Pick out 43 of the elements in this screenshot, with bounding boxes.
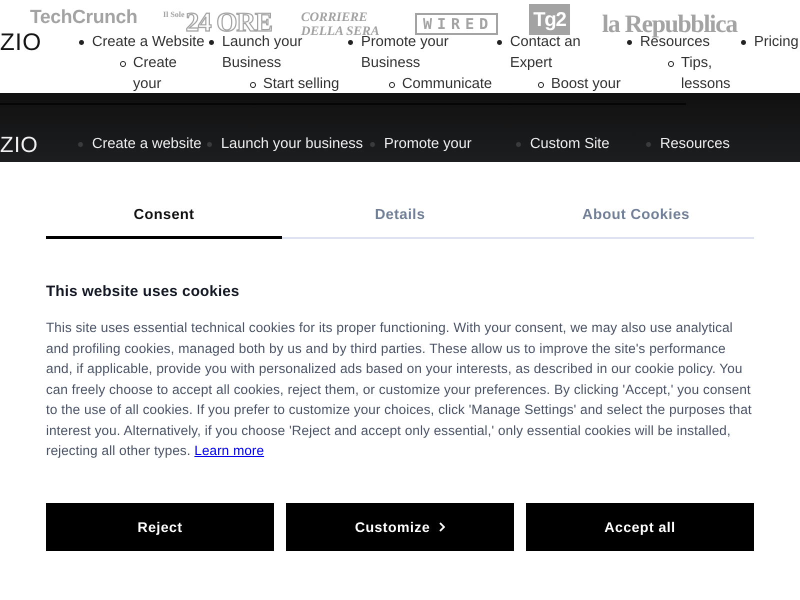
- dialog-title: This website uses cookies: [46, 283, 240, 301]
- bullet-icon: [209, 40, 214, 45]
- hollow-bullet-icon: [668, 61, 674, 67]
- customize-button[interactable]: Customize: [286, 502, 514, 550]
- bullet-icon: [497, 40, 502, 45]
- hollow-bullet-icon: [538, 82, 544, 88]
- bullet-icon: [741, 40, 746, 45]
- nav-link[interactable]: Promote your: [384, 134, 472, 156]
- cookie-notice-text: This site uses essential technical cookies for its proper functioning. With your consent, we may also use analytical and profiling cookies, managed both by us and by third parties. These allow us to improve the site's performance and, if applicable, provide you with personalized ads based on your interests, as described in our cookie policy. You can freely choose to accept all cookies, reject them, or customize your preferences. By clicking 'Accept,' you consent to the use of all cookies. If you prefer to customize your choices, click 'Manage Settings' and select the purposes that interest you. Alternatively, if you choose 'Reject and accept only essential,' only essential cookies will be installed, rejecting all other types. Learn more: [46, 319, 753, 460]
- hollow-bullet-icon: [389, 82, 395, 88]
- press-logo: Tg2: [529, 4, 570, 35]
- bullet-icon: [78, 142, 83, 148]
- bullet-icon: [370, 142, 375, 148]
- bullet-icon: [516, 142, 521, 148]
- chevron-right-icon: [439, 522, 446, 532]
- learn-more-link[interactable]: Learn more: [194, 443, 264, 458]
- submenu-link[interactable]: Communicate: [402, 74, 492, 95]
- press-logo: WIRED: [415, 12, 498, 34]
- tab[interactable]: About Cookies: [518, 206, 754, 239]
- submenu-link[interactable]: Create your: [133, 53, 208, 95]
- bullet-icon: [348, 40, 353, 45]
- accept-all-button[interactable]: Accept all: [526, 502, 754, 550]
- submenu-link[interactable]: Tips, lessons: [681, 53, 740, 95]
- press-logo-caption: Il Sole: [163, 10, 185, 18]
- nav-link[interactable]: Pricing: [754, 32, 799, 53]
- nav-link[interactable]: Resources: [660, 134, 730, 156]
- nav-link[interactable]: Create a website: [92, 134, 202, 156]
- press-logo: TechCrunch: [30, 7, 138, 28]
- site-logo[interactable]: ZIO: [0, 134, 38, 156]
- tab[interactable]: Consent: [46, 206, 282, 239]
- submenu-link[interactable]: Boost your: [551, 74, 621, 95]
- submenu-link[interactable]: Start selling: [263, 74, 340, 95]
- site-logo[interactable]: ZIO: [0, 31, 42, 55]
- bullet-icon: [646, 142, 651, 148]
- hollow-bullet-icon: [120, 61, 126, 67]
- hollow-bullet-icon: [250, 82, 256, 88]
- bullet-icon: [207, 142, 212, 148]
- bullet-icon: [627, 40, 632, 45]
- nav-link[interactable]: Custom Site: [530, 134, 610, 156]
- bullet-icon: [79, 40, 84, 45]
- reject-button[interactable]: Reject: [46, 502, 274, 550]
- tab[interactable]: Details: [282, 206, 518, 239]
- nav-link[interactable]: Launch your business: [221, 134, 363, 156]
